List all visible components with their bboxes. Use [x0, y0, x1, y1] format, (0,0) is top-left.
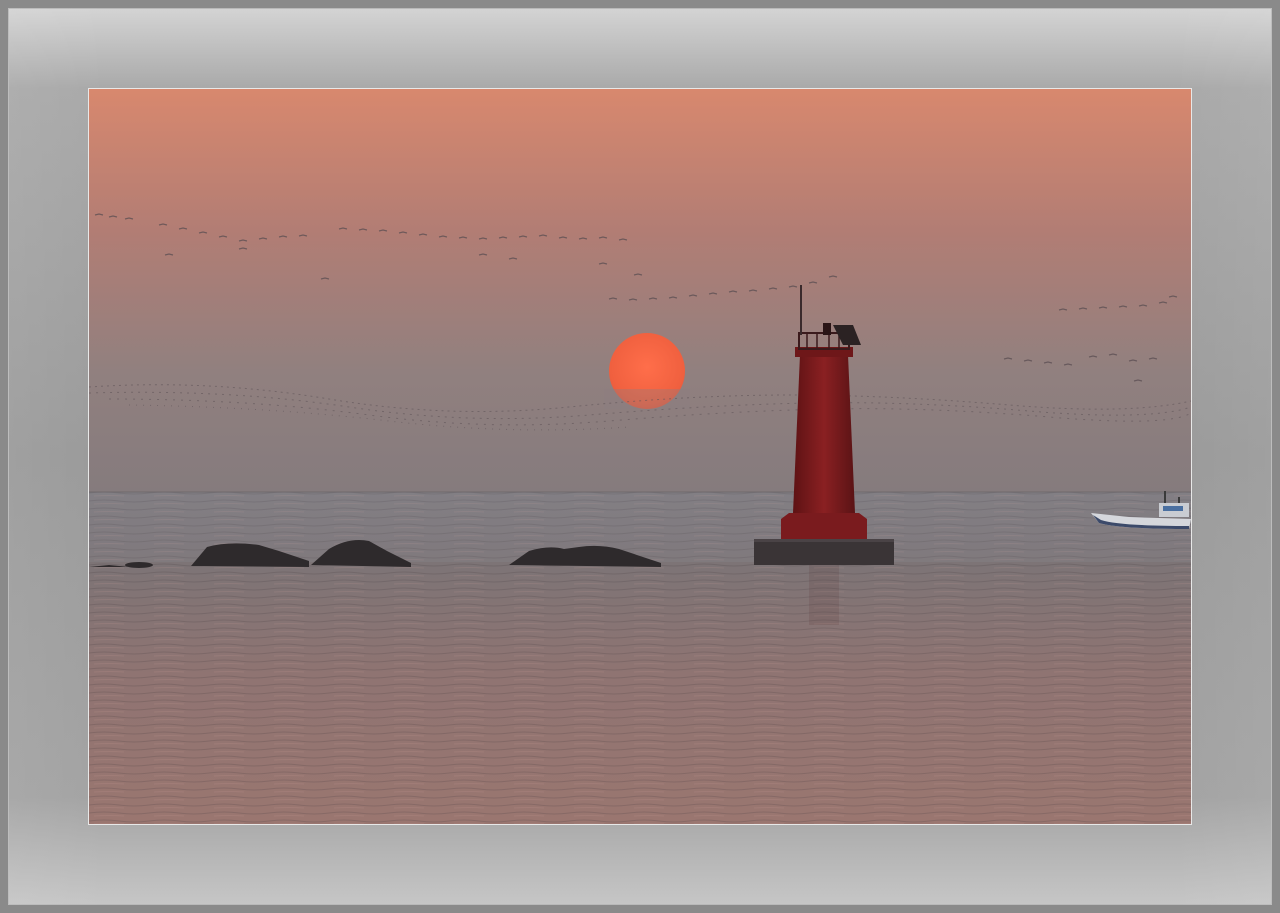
- photograph: [88, 88, 1192, 825]
- sky: [89, 89, 1191, 492]
- lantern: [823, 323, 831, 335]
- sunset-scene: [89, 89, 1191, 824]
- lighthouse-tower: [793, 355, 855, 513]
- lighthouse-base: [754, 539, 894, 565]
- lighthouse-platform: [781, 513, 867, 539]
